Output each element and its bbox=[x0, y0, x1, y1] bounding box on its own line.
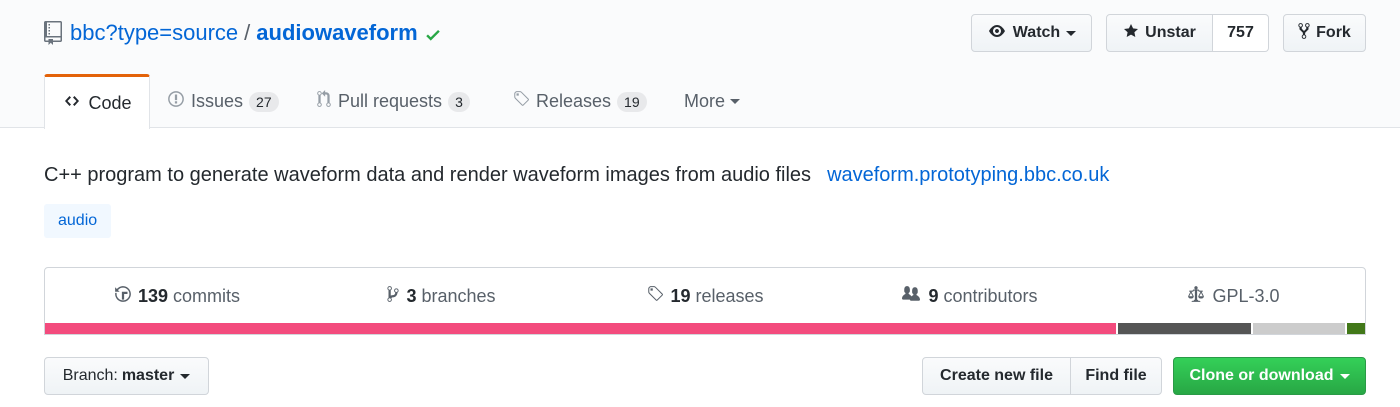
unstar-label: Unstar bbox=[1145, 24, 1196, 41]
repo-name-link[interactable]: audiowaveform bbox=[256, 20, 417, 46]
star-icon bbox=[1123, 23, 1139, 44]
tab-pull-requests[interactable]: Pull requests 3 bbox=[316, 74, 470, 129]
releases-counter: 19 bbox=[617, 91, 647, 112]
repo-path-separator: / bbox=[244, 20, 251, 45]
eye-icon bbox=[987, 23, 1007, 44]
star-count[interactable]: 757 bbox=[1213, 14, 1269, 52]
chevron-down-icon bbox=[1066, 30, 1077, 36]
tab-releases[interactable]: Releases 19 bbox=[512, 74, 647, 129]
releases-count: 19 bbox=[670, 285, 691, 306]
watch-label: Watch bbox=[1012, 24, 1061, 41]
verified-check-icon bbox=[424, 24, 442, 42]
releases-label: releases bbox=[695, 285, 764, 306]
license-link[interactable]: GPL-3.0 bbox=[1101, 285, 1365, 308]
watch-button[interactable]: Watch bbox=[971, 14, 1092, 52]
pull-request-icon bbox=[316, 90, 332, 113]
language-segment[interactable] bbox=[1251, 323, 1346, 334]
language-bar[interactable] bbox=[45, 323, 1365, 334]
people-icon bbox=[900, 285, 922, 308]
law-icon bbox=[1186, 285, 1206, 308]
language-segment[interactable] bbox=[1345, 323, 1365, 334]
clone-label: Clone or download bbox=[1189, 367, 1334, 384]
fork-icon bbox=[1298, 22, 1310, 45]
branch-icon bbox=[386, 285, 400, 308]
fork-label: Fork bbox=[1316, 24, 1351, 41]
tab-more[interactable]: More bbox=[684, 74, 741, 129]
create-new-file-button[interactable]: Create new file bbox=[922, 357, 1071, 395]
find-file-button[interactable]: Find file bbox=[1070, 357, 1162, 395]
contributors-label: contributors bbox=[943, 285, 1038, 306]
commits-link[interactable]: 139 commits bbox=[45, 285, 309, 308]
commits-count: 139 bbox=[137, 285, 169, 306]
repo-summary: 139 commits 3 branches 19 releases 9 con… bbox=[44, 267, 1366, 335]
repo-description: C++ program to generate waveform data an… bbox=[44, 164, 1109, 187]
branch-name: master bbox=[121, 367, 175, 384]
tab-pull-requests-label: Pull requests bbox=[338, 91, 443, 111]
language-segment[interactable] bbox=[45, 323, 1116, 334]
chevron-down-icon bbox=[1339, 373, 1350, 379]
branches-link[interactable]: 3 branches bbox=[309, 285, 573, 308]
repo-owner-link[interactable]: bbc?type=source bbox=[70, 20, 238, 46]
chevron-down-icon bbox=[730, 99, 741, 104]
unstar-button[interactable]: Unstar bbox=[1106, 14, 1213, 52]
branches-label: branches bbox=[421, 285, 496, 306]
topic-tag-audio[interactable]: audio bbox=[44, 204, 112, 238]
history-icon bbox=[114, 285, 132, 308]
contributors-count: 9 bbox=[928, 285, 939, 306]
fork-button[interactable]: Fork bbox=[1283, 14, 1366, 52]
issue-opened-icon bbox=[167, 90, 185, 113]
clone-or-download-button[interactable]: Clone or download bbox=[1173, 357, 1366, 395]
chevron-down-icon bbox=[180, 373, 191, 379]
tab-code[interactable]: Code bbox=[44, 74, 150, 129]
branch-select-button[interactable]: Branch: master bbox=[44, 357, 209, 395]
tab-code-label: Code bbox=[88, 92, 132, 113]
code-icon bbox=[62, 93, 82, 114]
book-icon bbox=[44, 21, 62, 45]
language-segment[interactable] bbox=[1115, 323, 1252, 334]
tag-icon bbox=[512, 90, 530, 113]
tab-releases-label: Releases bbox=[536, 91, 612, 111]
tab-issues-label: Issues bbox=[191, 91, 244, 111]
license-label: GPL-3.0 bbox=[1212, 285, 1280, 306]
tag-icon bbox=[646, 285, 664, 308]
tab-more-label: More bbox=[684, 91, 726, 111]
branches-count: 3 bbox=[406, 285, 417, 306]
repo-title: bbc?type=source / audiowaveform bbox=[44, 18, 442, 48]
releases-link[interactable]: 19 releases bbox=[573, 285, 837, 308]
contributors-link[interactable]: 9 contributors bbox=[837, 285, 1101, 308]
pull-requests-counter: 3 bbox=[448, 91, 470, 112]
repo-homepage-link[interactable]: waveform.prototyping.bbc.co.uk bbox=[827, 164, 1109, 187]
commits-label: commits bbox=[173, 285, 241, 306]
issues-counter: 27 bbox=[249, 91, 279, 112]
tab-issues[interactable]: Issues 27 bbox=[167, 74, 279, 129]
branch-prefix: Branch: bbox=[62, 367, 118, 384]
repo-description-text: C++ program to generate waveform data an… bbox=[44, 164, 812, 186]
